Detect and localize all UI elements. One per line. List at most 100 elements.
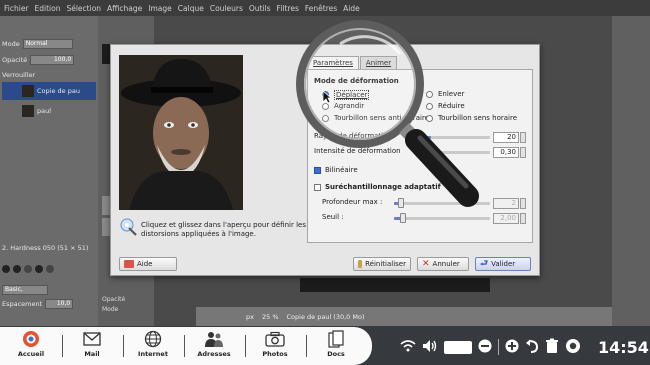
wifi-icon[interactable] <box>400 340 416 354</box>
mode-shrink-radio[interactable] <box>426 103 433 110</box>
depth-slider[interactable] <box>394 202 490 205</box>
ok-button[interactable]: ⮐ Valider <box>475 257 531 271</box>
amount-slider[interactable] <box>416 151 490 154</box>
brush-grid[interactable] <box>2 256 96 282</box>
camera-icon <box>265 330 285 348</box>
menu-select[interactable]: Sélection <box>66 4 101 13</box>
dock-contacts[interactable]: Adresses <box>185 330 243 364</box>
supersample-label[interactable]: Suréchantillonnage adaptatif <box>325 183 441 191</box>
dock-mail-label: Mail <box>84 350 100 358</box>
dock-docs-label: Docs <box>327 350 345 358</box>
menu-filters[interactable]: Filtres <box>277 4 299 13</box>
dock-home-label: Accueil <box>17 350 45 358</box>
radius-spin-arrows[interactable] <box>520 132 526 143</box>
reset-button[interactable]: Réinitialiser <box>353 257 411 271</box>
unit-select[interactable]: px <box>246 313 254 321</box>
depth-spin-arrows[interactable] <box>520 198 526 209</box>
volume-icon[interactable] <box>422 339 438 355</box>
tab-animate[interactable]: Animer <box>359 56 398 69</box>
spacing-field[interactable]: 10,0 <box>45 299 74 309</box>
layer-opacity-field[interactable]: 100,0 <box>30 55 75 65</box>
status-layer-info: Copie de paul (30,0 Mo) <box>286 312 365 321</box>
clock: 14:54 <box>598 338 649 357</box>
menu-help[interactable]: Aide <box>343 4 360 13</box>
mode-move-label[interactable]: Déplacer <box>334 90 370 100</box>
threshold-label: Seuil : <box>322 213 344 221</box>
contacts-icon <box>204 330 224 348</box>
trash-icon[interactable] <box>545 338 559 356</box>
zoom-out-icon[interactable] <box>478 339 492 355</box>
threshold-spin-arrows[interactable] <box>520 213 526 224</box>
dock-docs[interactable]: Docs <box>307 330 365 364</box>
tab-settings[interactable]: Paramètres <box>307 56 359 69</box>
supersample-checkbox[interactable] <box>314 184 321 191</box>
radius-slider[interactable] <box>416 136 490 139</box>
radius-spinbox[interactable]: 20 <box>493 132 519 143</box>
canvas-image[interactable] <box>300 278 490 292</box>
help-button-label: Aide <box>137 260 153 268</box>
dock-home[interactable]: Accueil <box>2 330 60 364</box>
mode-ccw-radio[interactable] <box>322 115 329 122</box>
tool-mode-label: Mode <box>102 306 119 313</box>
depth-label: Profondeur max : <box>322 198 383 206</box>
threshold-slider-thumb[interactable] <box>400 213 406 223</box>
dock-contacts-label: Adresses <box>197 350 231 358</box>
status-bar: px 25 % Copie de paul (30,0 Mo) <box>196 307 612 326</box>
mode-remove-label[interactable]: Enlever <box>438 90 464 98</box>
dock-internet[interactable]: Internet <box>124 330 182 364</box>
spacing-label: Espacement <box>2 300 43 308</box>
lock-label: Verrouiller <box>2 71 36 79</box>
threshold-slider[interactable] <box>394 217 490 220</box>
layer-mode-select[interactable]: Normal <box>22 39 73 49</box>
dock-photos-label: Photos <box>262 350 288 358</box>
layer-row-original[interactable]: paul <box>2 102 96 120</box>
system-tray <box>400 334 581 360</box>
depth-slider-thumb[interactable] <box>398 198 404 208</box>
mode-ccw-label[interactable]: Tourbillon sens anti-horaire <box>334 114 429 122</box>
layer-mode-label: Mode <box>2 40 20 48</box>
bilinear-checkbox[interactable] <box>314 167 321 174</box>
menu-windows[interactable]: Fenêtres <box>305 4 337 13</box>
menu-view[interactable]: Affichage <box>107 4 142 13</box>
menu-edit[interactable]: Edition <box>35 4 61 13</box>
zoom-select[interactable]: 25 % <box>262 313 279 321</box>
menu-colors[interactable]: Couleurs <box>210 4 243 13</box>
tool-opacity-label: Opacité <box>102 296 126 303</box>
threshold-spinbox[interactable]: 2,00 <box>493 213 519 224</box>
reset-icon <box>358 260 363 268</box>
mode-cw-radio[interactable] <box>426 115 433 122</box>
mode-shrink-label[interactable]: Réduire <box>438 102 465 110</box>
iwarp-dialog: Cliquez et glissez dans l'aperçu pour dé… <box>110 44 540 276</box>
help-lifebuoy-icon[interactable] <box>565 338 581 356</box>
menu-file[interactable]: Fichier <box>4 4 29 13</box>
cancel-icon: ✕ <box>422 259 430 269</box>
preview-image[interactable] <box>119 55 243 210</box>
undo-icon[interactable] <box>525 339 539 355</box>
battery-bar <box>444 340 472 354</box>
mode-cw-label[interactable]: Tourbillon sens horaire <box>438 114 517 122</box>
brush-preset-select[interactable]: Basic, <box>2 285 48 295</box>
amount-spin-arrows[interactable] <box>520 147 526 158</box>
documents-icon <box>326 330 346 348</box>
depth-spinbox[interactable]: 2 <box>493 198 519 209</box>
settings-panel: Mode de déformation Déplacer Agrandir To… <box>307 69 533 243</box>
dock-photos[interactable]: Photos <box>246 330 304 364</box>
cancel-button[interactable]: ✕ Annuler <box>417 257 469 271</box>
layer-opacity-label: Opacité <box>2 56 28 64</box>
right-dock <box>612 16 650 326</box>
menu-image[interactable]: Image <box>148 4 172 13</box>
help-button[interactable]: Aide <box>119 257 177 271</box>
mode-remove-radio[interactable] <box>426 91 433 98</box>
app-dock: Accueil Mail Internet Adresses Photos Do… <box>0 327 372 365</box>
zoom-in-icon[interactable] <box>505 339 519 355</box>
menu-layer[interactable]: Calque <box>178 4 204 13</box>
bilinear-label[interactable]: Bilinéaire <box>325 166 358 174</box>
tab-bar: Paramètres Animer <box>307 56 398 69</box>
menu-tools[interactable]: Outils <box>249 4 271 13</box>
mode-grow-label[interactable]: Agrandir <box>334 102 364 110</box>
layer-row-copy[interactable]: Copie de pau <box>2 82 96 100</box>
dock-mail[interactable]: Mail <box>63 330 121 364</box>
deform-mode-title: Mode de déformation <box>314 77 399 85</box>
amount-spinbox[interactable]: 0,30 <box>493 147 519 158</box>
layer-thumbnail <box>22 85 34 97</box>
